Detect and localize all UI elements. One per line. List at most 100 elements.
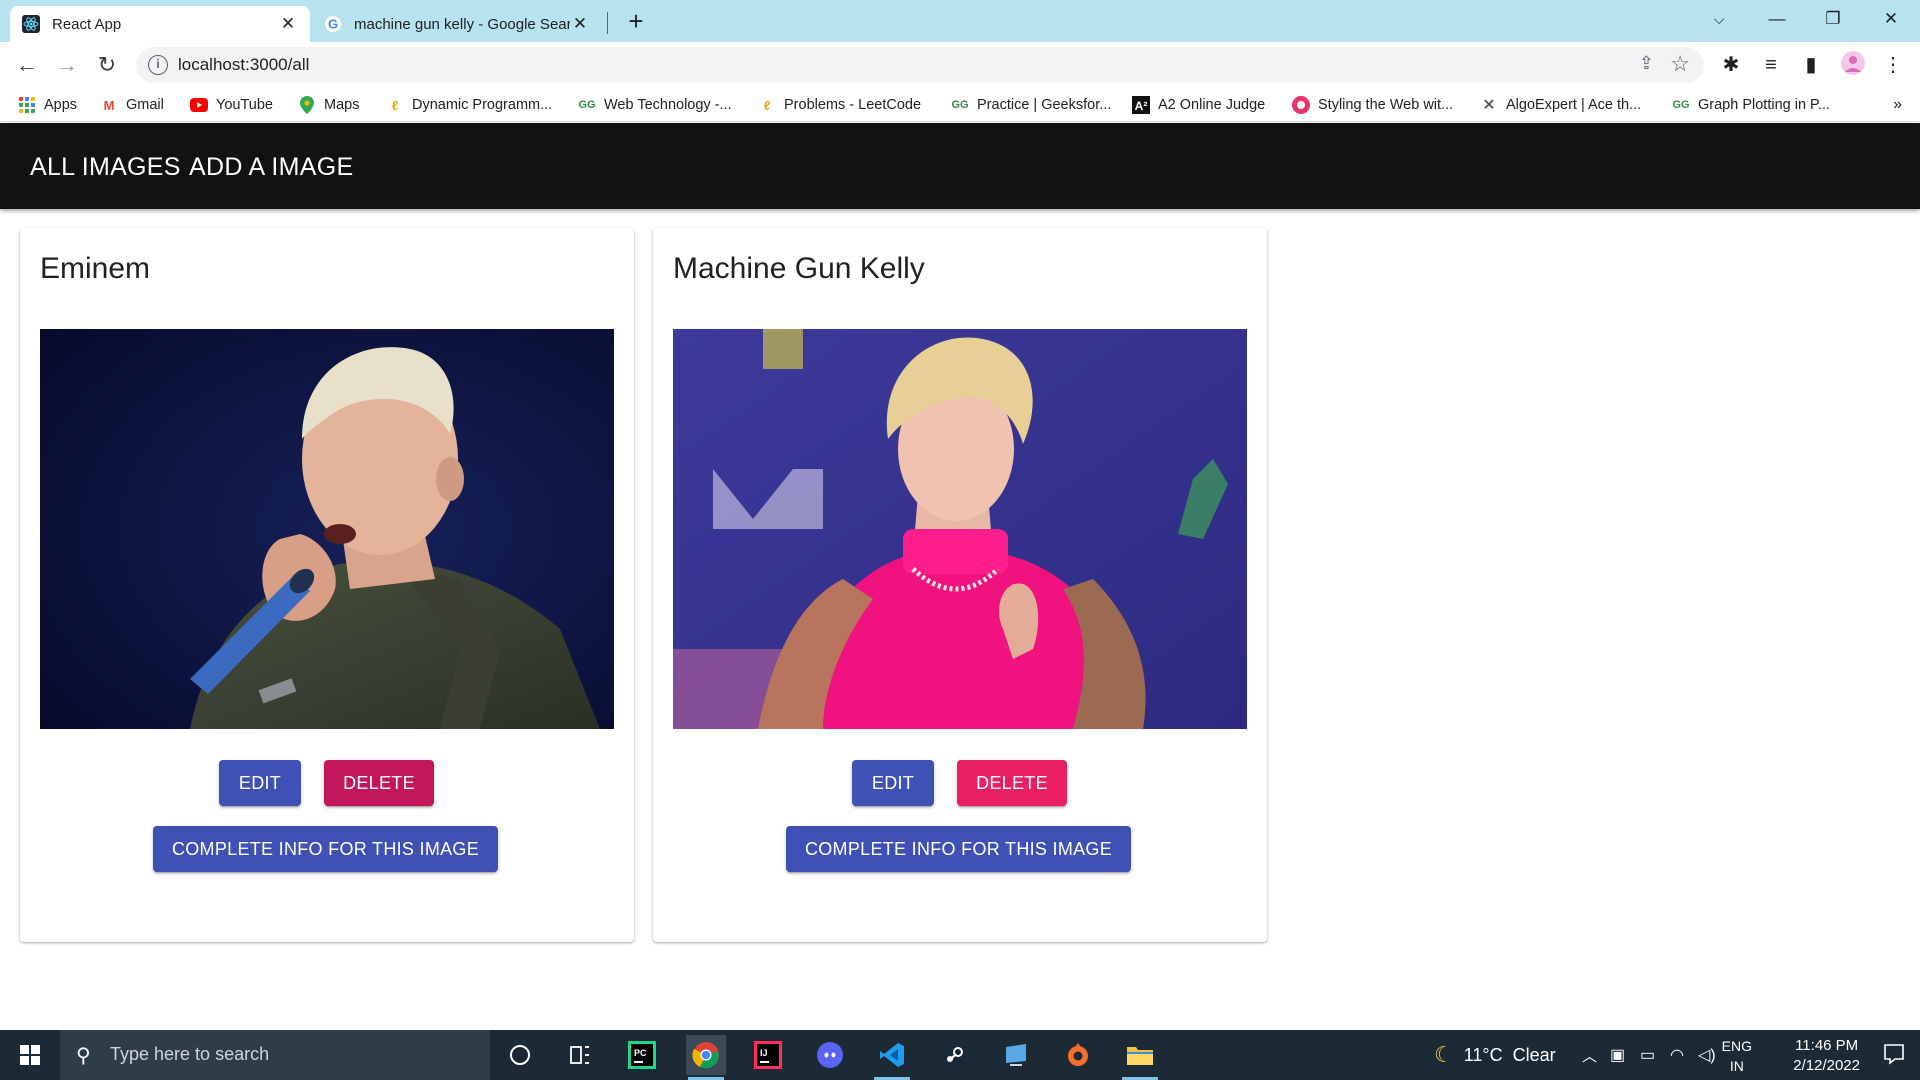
monitor-app-icon[interactable]	[996, 1035, 1036, 1075]
bookmark-web-technology[interactable]: GG Web Technology -...	[578, 94, 732, 116]
bookmark-label: Graph Plotting in P...	[1698, 97, 1830, 113]
meet-now-icon[interactable]: ▣	[1610, 1030, 1625, 1080]
system-clock[interactable]: 11:46 PM 2/12/2022	[1793, 1036, 1860, 1076]
input-language[interactable]: ENG IN	[1722, 1036, 1752, 1076]
bookmark-gfg-practice[interactable]: GG Practice | Geeksfor...	[951, 94, 1111, 116]
media-control-icon[interactable]: ≡	[1756, 50, 1786, 80]
vscode-icon[interactable]	[872, 1035, 912, 1080]
bookmark-apps[interactable]: Apps	[18, 94, 77, 116]
image-card: Eminem EDIT DELETE COMPLETE INFO FOR THI…	[20, 228, 634, 942]
bookmark-styling-the-web[interactable]: Styling the Web wit...	[1292, 94, 1453, 116]
taskbar-search[interactable]: ⚲ Type here to search	[60, 1030, 490, 1080]
maps-icon	[298, 96, 316, 114]
search-icon: ⚲	[76, 1045, 91, 1067]
bookmark-a2-online-judge[interactable]: A² A2 Online Judge	[1132, 94, 1265, 116]
windows-start-icon[interactable]	[0, 1030, 60, 1080]
artist-photo	[40, 329, 614, 729]
gmail-icon: M	[103, 97, 115, 113]
forward-icon[interactable]: →	[52, 50, 82, 80]
notification-center-icon[interactable]	[1882, 1042, 1906, 1066]
file-explorer-icon[interactable]	[1120, 1035, 1160, 1080]
tab-google-search[interactable]: G machine gun kelly - Google Search ✕	[312, 6, 602, 42]
bookmark-label: Dynamic Programm...	[412, 97, 553, 113]
bookmark-algoexpert[interactable]: ✕ AlgoExpert | Ace th...	[1480, 94, 1641, 116]
complete-info-button[interactable]: COMPLETE INFO FOR THIS IMAGE	[153, 826, 498, 872]
bookmark-label: Practice | Geeksfor...	[977, 97, 1112, 113]
edit-button[interactable]: EDIT	[219, 760, 301, 806]
restore-icon[interactable]: ❐	[1810, 0, 1856, 38]
window-close-icon[interactable]: ✕	[1868, 0, 1914, 38]
bookmark-youtube[interactable]: YouTube	[190, 94, 273, 116]
discord-icon[interactable]	[810, 1035, 850, 1075]
gfg-icon: GG	[951, 99, 969, 111]
bookmark-label: Apps	[44, 97, 78, 113]
apps-grid-icon	[18, 96, 36, 114]
svg-text:IJ: IJ	[760, 1048, 768, 1058]
nav-all-images[interactable]: ALL IMAGES	[30, 153, 181, 182]
share-icon[interactable]: ⇪	[1639, 53, 1654, 74]
wifi-icon[interactable]: ◠	[1670, 1030, 1684, 1080]
nav-add-image[interactable]: ADD A IMAGE	[189, 153, 353, 182]
chrome-taskbar-icon[interactable]	[686, 1035, 726, 1080]
bookmark-gmail[interactable]: M Gmail	[100, 94, 164, 116]
lang-code: ENG	[1721, 1038, 1752, 1054]
bookmark-label: Styling the Web wit...	[1318, 97, 1454, 113]
site-info-icon[interactable]: i	[148, 55, 168, 75]
bookmarks-overflow-button[interactable]: »	[1893, 96, 1902, 114]
bookmark-dynamic-programming[interactable]: ℓ Dynamic Programm...	[386, 94, 552, 116]
bookmark-graph-plotting[interactable]: GG Graph Plotting in P...	[1672, 94, 1830, 116]
chrome-menu-icon[interactable]: ⋮	[1878, 50, 1908, 80]
bookmark-label: Web Technology -...	[604, 97, 732, 113]
tab-react-app[interactable]: React App ✕	[10, 6, 310, 42]
a2-icon: A²	[1132, 96, 1150, 114]
task-view-icon[interactable]	[560, 1035, 600, 1075]
pycharm-icon[interactable]: PC	[622, 1035, 662, 1075]
react-icon	[22, 15, 40, 33]
clock-time: 11:46 PM	[1795, 1037, 1859, 1054]
new-tab-button[interactable]: +	[620, 6, 652, 38]
search-placeholder: Type here to search	[110, 1044, 270, 1064]
gfg-icon: GG	[1672, 99, 1690, 111]
minimize-icon[interactable]: —	[1754, 0, 1800, 38]
weather-widget[interactable]: ☾ 11°C Clear	[1434, 1030, 1556, 1080]
leetcode-icon: ℓ	[763, 97, 771, 113]
cortana-icon[interactable]	[500, 1035, 540, 1075]
leetcode-icon: ℓ	[391, 97, 399, 113]
delete-button[interactable]: DELETE	[324, 760, 434, 806]
bookmark-maps[interactable]: Maps	[298, 94, 359, 116]
bookmarks-bar: Apps M Gmail YouTube Maps ℓ Dynamic Prog…	[0, 88, 1920, 122]
tab-close-icon[interactable]: ✕	[278, 14, 298, 34]
browser-toolbar: ← → ↻ i localhost:3000/all ⇪ ☆ ✱ ≡ ▮ ⋮	[0, 42, 1920, 88]
svg-text:G: G	[328, 17, 338, 32]
tab-search-chevron-icon[interactable]: ⌵	[1696, 0, 1742, 38]
tab-close-icon[interactable]: ✕	[570, 14, 590, 34]
intellij-icon[interactable]: IJ	[748, 1035, 788, 1075]
reload-icon[interactable]: ↻	[92, 50, 122, 80]
extensions-icon[interactable]: ✱	[1716, 50, 1746, 80]
delete-button[interactable]: DELETE	[957, 760, 1067, 806]
clock-date: 2/12/2022	[1793, 1057, 1860, 1074]
card-title: Eminem	[40, 252, 151, 285]
complete-info-button[interactable]: COMPLETE INFO FOR THIS IMAGE	[786, 826, 1131, 872]
back-icon[interactable]: ←	[12, 50, 42, 80]
edit-button[interactable]: EDIT	[852, 760, 934, 806]
address-bar[interactable]: i localhost:3000/all ⇪ ☆	[136, 47, 1704, 83]
bookmark-label: Maps	[324, 97, 360, 113]
card-title: Machine Gun Kelly	[673, 252, 925, 285]
url-text[interactable]: localhost:3000/all	[178, 55, 309, 75]
profile-avatar-icon[interactable]	[1838, 50, 1868, 80]
bookmark-leetcode-problems[interactable]: ℓ Problems - LeetCode	[758, 94, 921, 116]
origin-icon[interactable]	[1058, 1035, 1098, 1075]
show-hidden-icons[interactable]: ︿	[1582, 1030, 1597, 1080]
side-panel-icon[interactable]: ▮	[1796, 50, 1826, 80]
volume-icon[interactable]: ◁)	[1698, 1030, 1716, 1080]
bookmark-label: YouTube	[216, 97, 273, 113]
steam-icon[interactable]	[934, 1035, 974, 1075]
weather-text: 11°C Clear	[1463, 1044, 1556, 1065]
tab-separator	[607, 12, 608, 34]
battery-icon[interactable]: ▭	[1640, 1030, 1655, 1080]
bookmark-star-icon[interactable]: ☆	[1670, 51, 1690, 77]
bookmark-label: Problems - LeetCode	[784, 97, 922, 113]
app-header: ALL IMAGES ADD A IMAGE	[0, 123, 1920, 209]
moon-icon: ☾	[1434, 1042, 1454, 1067]
